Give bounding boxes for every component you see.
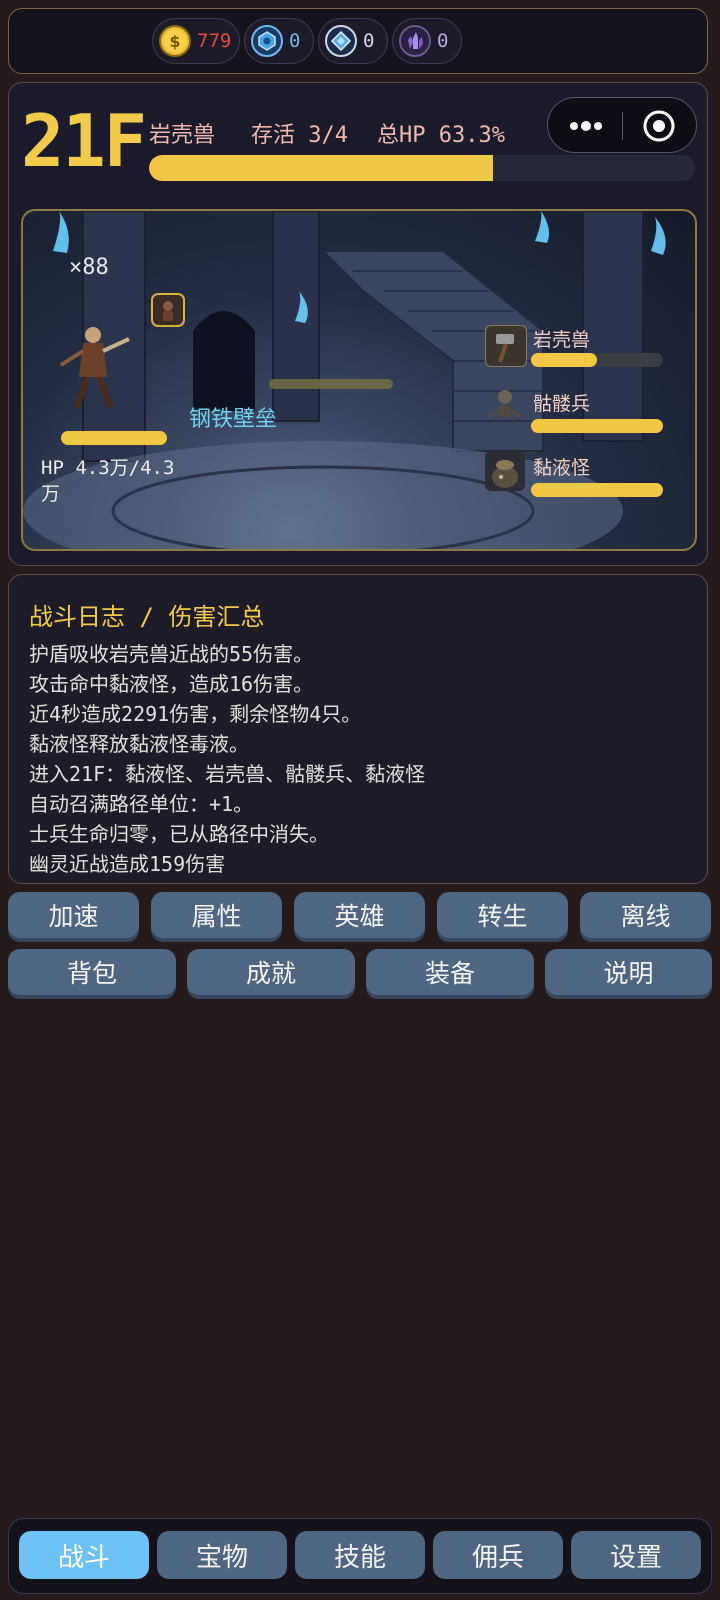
attributes-button[interactable]: 属性 [151,892,282,938]
enemy-name: 骷髅兵 [533,393,591,415]
equipment-button[interactable]: 装备 [366,949,534,995]
rebirth-button[interactable]: 转生 [437,892,568,938]
diamond-gem-icon [325,25,357,57]
log-line: 进入21F：黏液怪、岩壳兽、骷髅兵、黏液怪 [29,762,426,786]
current-monster-name: 岩壳兽 [149,123,216,148]
floor-label: 21F [21,99,147,183]
close-target-icon[interactable] [642,109,676,143]
hero-hp-label: HP 4.3万/4.3万 [41,457,175,505]
total-hp-percent: 总HP 63.3% [377,123,505,148]
enemy-group-bar [269,379,393,389]
log-line: 幽灵近战造成159伤害 [29,852,226,876]
diamond-amount: 0 [363,30,375,52]
enemy-name: 岩壳兽 [533,329,591,351]
skill-name: 钢铁壁垒 [189,407,278,432]
battle-panel: 21F 岩壳兽 存活 3/4 总HP 63.3% ×88 钢铁壁垒 HP 4.3… [8,82,708,566]
help-button[interactable]: 说明 [545,949,712,995]
svg-text:$: $ [169,32,180,51]
battle-scene: ×88 钢铁壁垒 HP 4.3万/4.3万 岩壳兽 骷髅兵 黏液怪 [21,209,697,551]
more-options-icon[interactable] [566,116,606,136]
crystal-amount: 0 [437,30,449,52]
enemy-hp-bar [531,483,663,497]
backpack-button[interactable]: 背包 [8,949,176,995]
achievements-button[interactable]: 成就 [187,949,355,995]
purple-crystal-icon [399,25,431,57]
currency-bar: $ 779 0 0 0 [8,8,708,74]
nav-settings[interactable]: 设置 [571,1531,701,1579]
currency-blue-gem[interactable]: 0 [244,18,314,64]
enemy-hp-fill [531,483,663,497]
log-line: 黏液怪释放黏液怪毒液。 [29,732,249,756]
enemy-name: 黏液怪 [533,457,591,479]
speed-up-button[interactable]: 加速 [8,892,139,938]
hammer-icon[interactable] [485,325,527,367]
mini-program-capsule [547,97,697,153]
currency-diamond[interactable]: 0 [318,18,388,64]
enemy-hp-fill [531,419,663,433]
enemy-hp-fill [531,353,597,367]
hero-hp-bar [61,431,167,445]
enemy-hp-bar [531,353,663,367]
capsule-divider [622,112,623,140]
hero-button[interactable]: 英雄 [294,892,425,938]
log-line: 护盾吸收岩壳兽近战的55伤害。 [29,642,314,666]
bottom-nav: 战斗 宝物 技能 佣兵 设置 [8,1518,712,1594]
log-lines: 护盾吸收岩壳兽近战的55伤害。 攻击命中黏液怪，造成16伤害。 近4秒造成229… [29,639,697,879]
nav-mercenary[interactable]: 佣兵 [433,1531,563,1579]
survive-count: 存活 3/4 [251,123,348,148]
offline-button[interactable]: 离线 [580,892,711,938]
enemy-hp-bar [531,419,663,433]
slime-pot-icon[interactable] [485,451,525,491]
nav-skills[interactable]: 技能 [295,1531,425,1579]
log-line: 自动召满路径单位：+1。 [29,792,254,816]
log-line: 攻击命中黏液怪，造成16伤害。 [29,672,314,696]
gold-amount: 779 [197,30,232,52]
hero-buff-icon[interactable] [151,293,185,327]
nav-battle[interactable]: 战斗 [19,1531,149,1579]
blue-gem-amount: 0 [289,30,301,52]
currency-gold[interactable]: $ 779 [152,18,240,64]
log-line: 士兵生命归零，已从路径中消失。 [29,822,329,846]
log-title: 战斗日志 / 伤害汇总 [29,603,265,631]
nav-treasure[interactable]: 宝物 [157,1531,287,1579]
gold-coin-icon: $ [159,25,191,57]
hero-sprite [59,327,130,409]
log-line: 近4秒造成2291伤害，剩余怪物4只。 [29,702,362,726]
battle-log-panel[interactable]: 战斗日志 / 伤害汇总 护盾吸收岩壳兽近战的55伤害。 攻击命中黏液怪，造成16… [8,574,708,884]
hero-hp-fill [61,431,167,445]
total-hp-fill [149,155,493,181]
blue-gem-icon [251,25,283,57]
skeleton-icon[interactable] [485,387,525,427]
wave-count: ×88 [69,255,109,280]
currency-crystal[interactable]: 0 [392,18,462,64]
total-hp-bar [149,155,695,181]
